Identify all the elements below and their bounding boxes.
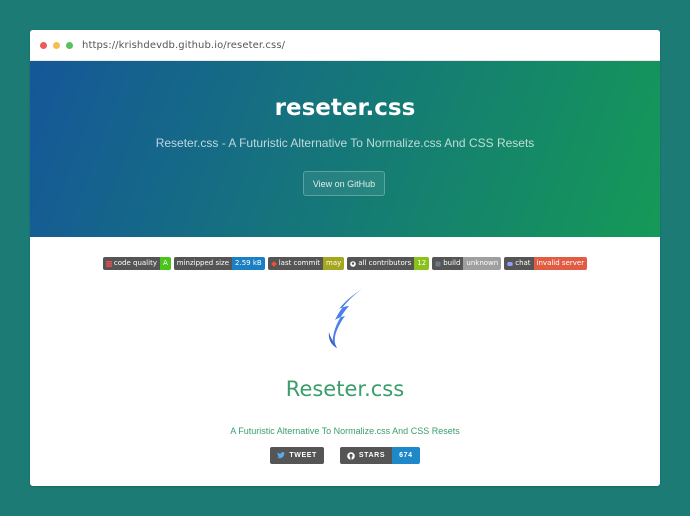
badge-label-wrap: minzipped size [173,257,233,270]
project-title: Reseter.css [285,377,405,401]
social-buttons: TWEET STARS 674 [30,447,660,464]
badge-label-wrap: chat [504,257,534,270]
badge-all-contributors[interactable]: all contributors 12 [347,257,430,270]
badge-value: unknown [463,257,502,270]
badge-value: 12 [414,257,430,270]
reseter-logo-icon [328,288,363,348]
badge-minzipped-size[interactable]: minzipped size 2.59 kB [173,257,265,270]
badge-label: minzipped size [176,259,230,267]
close-window-dot[interactable] [40,41,47,49]
badge-label: all contributors [358,259,412,267]
badge-chat[interactable]: chat invalid server [504,257,588,270]
badge-code-quality[interactable]: code quality A [102,257,171,270]
hero-header: reseter.css Reseter.css - A Futuristic A… [30,61,660,237]
tweet-button-body: TWEET [270,447,324,464]
badge-label-wrap: code quality [102,257,160,270]
badge-label-wrap: all contributors [347,257,415,270]
hero-tagline: Reseter.css - A Futuristic Alternative T… [155,136,535,150]
badge-last-commit[interactable]: last commit may [267,257,345,270]
project-tagline: A Futuristic Alternative To Normalize.cs… [230,426,460,436]
view-on-github-button[interactable]: View on GitHub [303,171,385,196]
stars-button-label: STARS [358,452,386,459]
badge-label: last commit [278,259,321,267]
badge-label-wrap: last commit [267,257,324,270]
twitter-icon [277,452,286,459]
badge-build[interactable]: build unknown [432,257,502,270]
github-icon [347,451,355,460]
codefactor-icon [105,260,112,267]
badge-value: A [159,257,171,270]
main-content: code quality A minzipped size 2.59 kB la… [30,237,660,486]
stars-count: 674 [392,447,420,464]
badge-label: code quality [113,259,157,267]
address-bar-url[interactable]: https://krishdevdb.github.io/reseter.css… [82,40,285,51]
badge-value: may [323,257,345,270]
minimize-window-dot[interactable] [53,41,60,49]
github-stars-button[interactable]: STARS 674 [339,447,420,464]
build-icon [435,261,441,266]
maximize-window-dot[interactable] [66,41,73,49]
browser-window: https://krishdevdb.github.io/reseter.css… [30,30,660,486]
github-icon [350,260,357,267]
discord-icon [507,261,513,266]
badge-label: build [443,259,461,267]
hero-title: reseter.css [274,95,416,121]
badge-row: code quality A minzipped size 2.59 kB la… [30,257,660,270]
badge-label-wrap: build [432,257,464,270]
stars-button-body: STARS [339,447,393,464]
tweet-button-label: TWEET [289,452,317,459]
tweet-button[interactable]: TWEET [270,447,324,464]
browser-titlebar: https://krishdevdb.github.io/reseter.css… [30,30,660,61]
badge-value: 2.59 kB [232,257,265,270]
badge-value: invalid server [533,257,588,270]
badge-label: chat [515,259,531,267]
git-icon [270,260,277,267]
